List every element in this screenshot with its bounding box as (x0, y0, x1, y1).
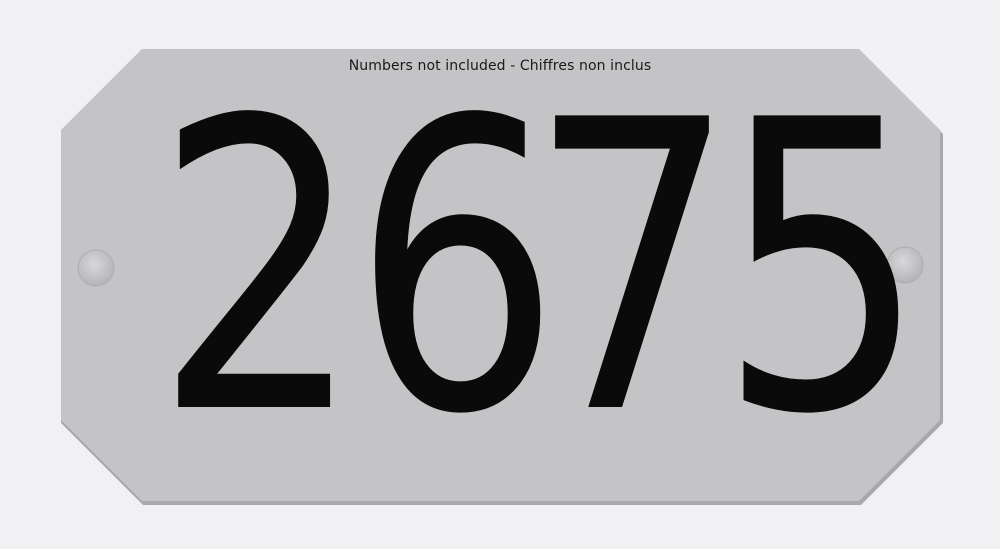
left-mounting-hole-icon (77, 249, 115, 287)
house-number-digit: 5 (718, 37, 927, 502)
product-photo: Numbers not included - Chiffres non incl… (0, 0, 1000, 549)
house-number-digit: 2 (154, 37, 363, 502)
house-number-digit: 7 (528, 37, 737, 502)
house-number-digit: 6 (352, 37, 561, 502)
